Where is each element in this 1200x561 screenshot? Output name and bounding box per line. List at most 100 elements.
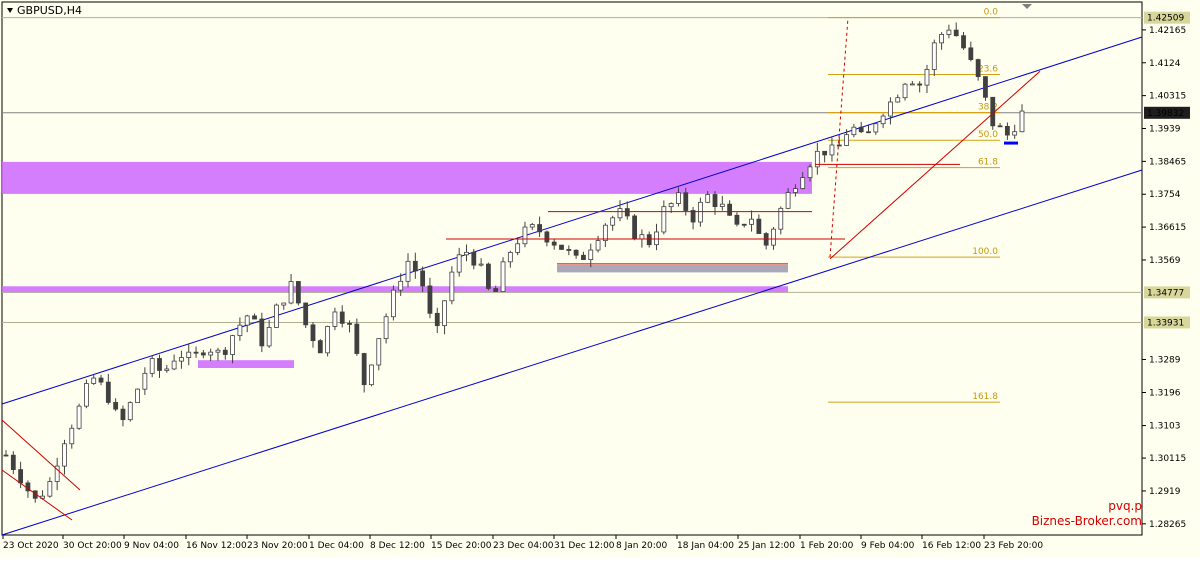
candle-bull — [266, 327, 272, 347]
x-tick-label: 23 Oct 2020 — [3, 541, 59, 551]
chart-background — [0, 0, 1200, 557]
candle-bull — [588, 249, 594, 260]
fib-label-61.8: 61.8 — [978, 158, 998, 168]
candle-bear — [252, 315, 257, 320]
y-tick-label: 1.3569 — [1149, 256, 1181, 266]
candle-bear — [581, 254, 586, 260]
candle-bull — [230, 335, 235, 355]
zone-supply-zone — [2, 161, 812, 194]
candle-bull — [464, 251, 469, 256]
y-tick-label: 1.28265 — [1149, 520, 1186, 530]
x-tick-label: 18 Jan 04:00 — [677, 541, 734, 551]
chart-window: 0.0 23.6 38.2 50.0 61.8 100.0 161.8 1.42165 1.4… — [0, 0, 1200, 557]
candle-bear — [3, 454, 9, 457]
watermark-line1: pvq.p — [1108, 499, 1142, 513]
candle-bull — [274, 304, 279, 328]
candle-bull — [661, 206, 667, 233]
candle-bull — [807, 166, 813, 179]
candle-bull — [880, 115, 886, 125]
candle-bull — [639, 234, 645, 240]
candle-bull — [215, 349, 221, 353]
fib-label-161.8: 161.8 — [972, 392, 998, 402]
candle-bull — [237, 324, 243, 337]
candle-bull — [895, 97, 901, 103]
y-tick-label: 1.3103 — [1149, 422, 1181, 432]
y-tick-label: 1.38465 — [1149, 157, 1186, 167]
candle-bull — [208, 351, 214, 356]
candle-bull — [369, 364, 374, 386]
candle-bull — [507, 252, 513, 263]
y-tick-label: 1.4124 — [1149, 59, 1181, 69]
candle-bull — [617, 208, 623, 219]
candle-bear — [551, 241, 557, 246]
price-tag-1.39832: 1.39832 — [1147, 109, 1184, 119]
candle-bull — [500, 261, 506, 292]
candle-bear — [836, 144, 842, 147]
price-chart[interactable]: 0.023.638.250.061.8100.0161.8 1.421651.4… — [0, 0, 1200, 557]
fib-label-50.0: 50.0 — [978, 130, 998, 140]
zone-gray-band — [557, 264, 788, 273]
x-tick-label: 9 Nov 04:00 — [124, 541, 179, 551]
candle-bull — [127, 402, 133, 421]
x-tick-label: 23 Dec 04:00 — [493, 541, 554, 551]
candle-bear — [317, 340, 323, 354]
candle-bear — [310, 324, 316, 342]
candle-bear — [157, 358, 162, 371]
candle-bear — [354, 323, 360, 354]
candle-bull — [179, 357, 184, 362]
candle-bear — [471, 251, 477, 266]
y-tick-label: 1.3754 — [1149, 190, 1181, 200]
candle-bull — [924, 69, 930, 86]
candle-bear — [632, 215, 638, 240]
candle-bear — [537, 224, 542, 233]
x-tick-label: 15 Dec 20:00 — [431, 541, 492, 551]
candle-bear — [222, 349, 228, 355]
candle-bear — [544, 231, 550, 243]
candle-bull — [771, 228, 776, 246]
candle-bull — [793, 188, 798, 193]
candle-bear — [646, 234, 652, 246]
candle-bear — [193, 351, 199, 354]
candle-bull — [47, 481, 53, 497]
candle-bear — [734, 214, 740, 225]
candle-bear — [866, 131, 871, 134]
candle-bear — [953, 29, 959, 37]
candle-bear — [997, 125, 1003, 128]
candle-bull — [522, 226, 528, 245]
candle-bear — [493, 288, 499, 292]
candle-bear — [120, 408, 126, 421]
fib-label-100.0: 100.0 — [972, 247, 998, 257]
y-tick-label: 1.40315 — [1149, 92, 1186, 102]
y-tick-label: 1.3939 — [1149, 124, 1181, 134]
candle-bear — [741, 223, 747, 226]
candle-bull — [442, 300, 447, 327]
candle-bull — [610, 217, 616, 226]
fib-label-23.6: 23.6 — [978, 64, 998, 74]
candle-bull — [171, 360, 177, 370]
candle-bull — [1012, 131, 1018, 136]
candle-bear — [434, 312, 440, 327]
watermark-line2: Biznes-Broker.com — [1032, 514, 1142, 528]
candle-bull — [398, 280, 404, 291]
candle-bear — [200, 352, 206, 356]
candle-bull — [800, 177, 806, 189]
candle-bear — [295, 281, 301, 304]
y-tick-label: 1.42165 — [1149, 26, 1186, 36]
candle-bear — [712, 194, 718, 207]
candle-bear — [420, 270, 426, 287]
candle-bull — [135, 388, 140, 403]
candle-bull — [456, 254, 462, 273]
candle-bear — [412, 260, 418, 272]
y-tick-label: 1.30115 — [1149, 454, 1186, 464]
fib-label-0.0: 0.0 — [984, 8, 999, 18]
candle-bull — [851, 126, 857, 136]
candle-bull — [390, 289, 396, 318]
candle-bull — [478, 263, 484, 266]
candle-bull — [515, 243, 521, 253]
x-tick-label: 23 Nov 20:00 — [247, 541, 308, 551]
x-tick-label: 16 Nov 12:00 — [186, 541, 247, 551]
candle-bear — [259, 318, 265, 347]
candle-bear — [917, 83, 923, 86]
candle-bull — [719, 203, 725, 207]
candle-bear — [18, 469, 24, 484]
